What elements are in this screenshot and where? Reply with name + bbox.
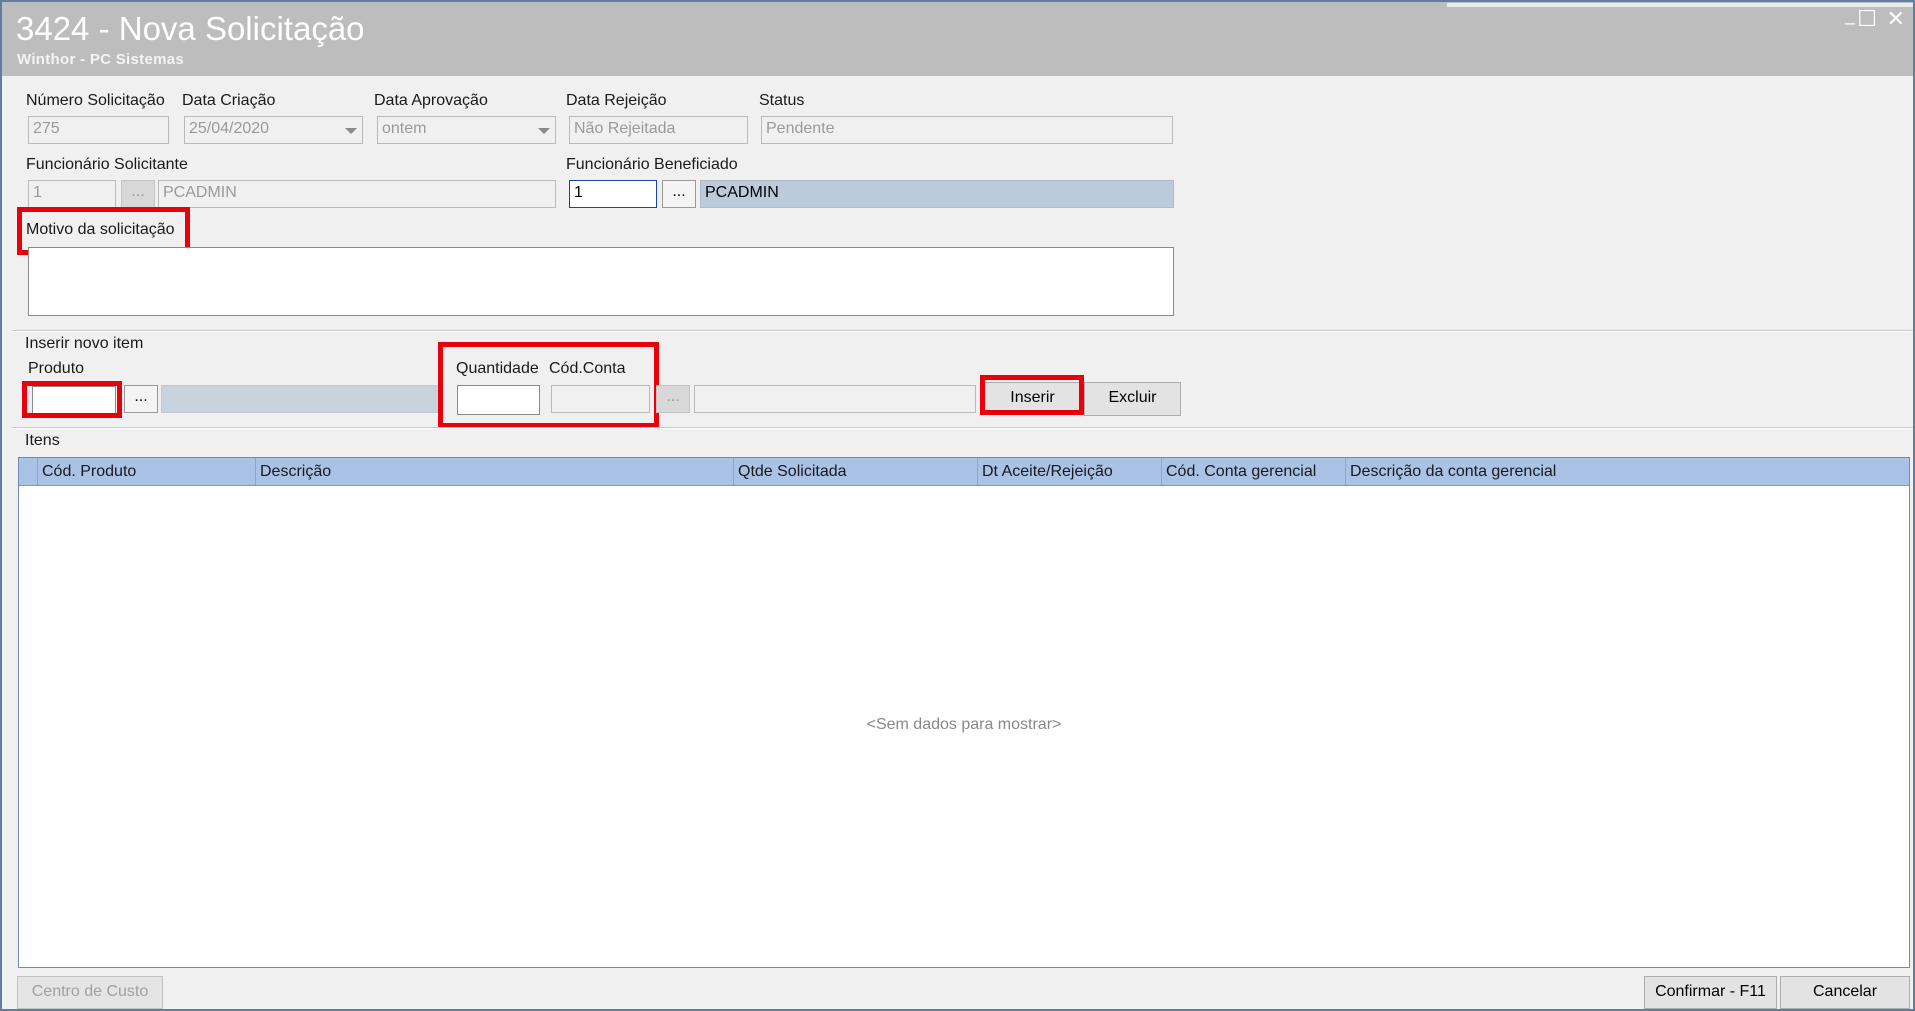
window-title: 3424 - Nova Solicitação bbox=[16, 10, 365, 47]
column-cod-produto[interactable]: Cód. Produto bbox=[37, 458, 255, 485]
status-field: Pendente bbox=[761, 116, 1173, 144]
cod-conta-lookup-button[interactable]: ... bbox=[656, 385, 690, 413]
data-aprovacao-label: Data Aprovação bbox=[374, 92, 488, 109]
title-bar-strip bbox=[1447, 3, 1913, 7]
data-rejeicao-field: Não Rejeitada bbox=[569, 116, 748, 144]
produto-label: Produto bbox=[28, 360, 85, 377]
chevron-down-icon bbox=[345, 128, 357, 134]
items-grid[interactable]: Cód. Produto Descrição Qtde Solicitada D… bbox=[18, 457, 1910, 968]
window-subtitle: Winthor - PC Sistemas bbox=[17, 51, 185, 68]
grid-header: Cód. Produto Descrição Qtde Solicitada D… bbox=[19, 458, 1909, 486]
empty-grid-message: <Sem dados para mostrar> bbox=[866, 716, 1062, 733]
produto-description bbox=[161, 385, 441, 413]
separator bbox=[12, 330, 1913, 332]
column-dt-aceite[interactable]: Dt Aceite/Rejeição bbox=[977, 458, 1161, 485]
funcionario-solicitante-code: 1 bbox=[28, 180, 116, 208]
funcionario-solicitante-name: PCADMIN bbox=[158, 180, 556, 208]
data-criacao-label: Data Criação bbox=[182, 92, 276, 109]
confirmar-button[interactable]: Confirmar - F11 bbox=[1644, 976, 1777, 1009]
excluir-button[interactable]: Excluir bbox=[1084, 382, 1181, 416]
data-criacao-value: 25/04/2020 bbox=[189, 120, 270, 137]
funcionario-solicitante-lookup-button[interactable]: ... bbox=[121, 180, 155, 208]
funcionario-beneficiado-code-input[interactable]: 1 bbox=[569, 180, 657, 208]
funcionario-solicitante-label: Funcionário Solicitante bbox=[26, 156, 188, 173]
data-aprovacao-value: ontem bbox=[382, 120, 427, 137]
highlight-quantidade-conta bbox=[438, 342, 659, 428]
highlight-produto bbox=[22, 381, 122, 418]
chevron-down-icon bbox=[538, 128, 550, 134]
column-cod-conta-gerencial[interactable]: Cód. Conta gerencial bbox=[1161, 458, 1345, 485]
centro-custo-button[interactable]: Centro de Custo bbox=[17, 976, 163, 1009]
column-descricao[interactable]: Descrição bbox=[255, 458, 733, 485]
funcionario-beneficiado-label: Funcionário Beneficiado bbox=[566, 156, 738, 173]
inserir-novo-item-label: Inserir novo item bbox=[25, 335, 144, 352]
funcionario-beneficiado-lookup-button[interactable]: ... bbox=[662, 180, 696, 208]
maximize-icon[interactable]: ☐ bbox=[1857, 8, 1877, 30]
numero-solicitacao-field: 275 bbox=[28, 116, 169, 144]
cancelar-button[interactable]: Cancelar bbox=[1780, 976, 1910, 1009]
close-icon[interactable]: ✕ bbox=[1887, 8, 1905, 30]
produto-lookup-button[interactable]: ... bbox=[124, 385, 158, 413]
separator bbox=[12, 427, 1913, 429]
itens-label: Itens bbox=[25, 432, 60, 449]
funcionario-beneficiado-name: PCADMIN bbox=[700, 180, 1174, 208]
data-criacao-dropdown[interactable]: 25/04/2020 bbox=[184, 116, 363, 144]
column-qtde-solicitada[interactable]: Qtde Solicitada bbox=[733, 458, 977, 485]
minimize-icon[interactable]: _ bbox=[1845, 4, 1855, 26]
main-window: 3424 - Nova Solicitação Winthor - PC Sis… bbox=[0, 0, 1915, 1011]
status-label: Status bbox=[759, 92, 805, 109]
motivo-textarea[interactable] bbox=[28, 247, 1174, 316]
column-descricao-conta-gerencial[interactable]: Descrição da conta gerencial bbox=[1345, 458, 1907, 485]
highlight-inserir bbox=[980, 375, 1084, 415]
data-rejeicao-label: Data Rejeição bbox=[566, 92, 667, 109]
title-bar: 3424 - Nova Solicitação Winthor - PC Sis… bbox=[2, 2, 1913, 76]
cod-conta-description bbox=[694, 385, 976, 413]
data-aprovacao-dropdown[interactable]: ontem bbox=[377, 116, 556, 144]
numero-solicitacao-label: Número Solicitação bbox=[26, 92, 165, 109]
